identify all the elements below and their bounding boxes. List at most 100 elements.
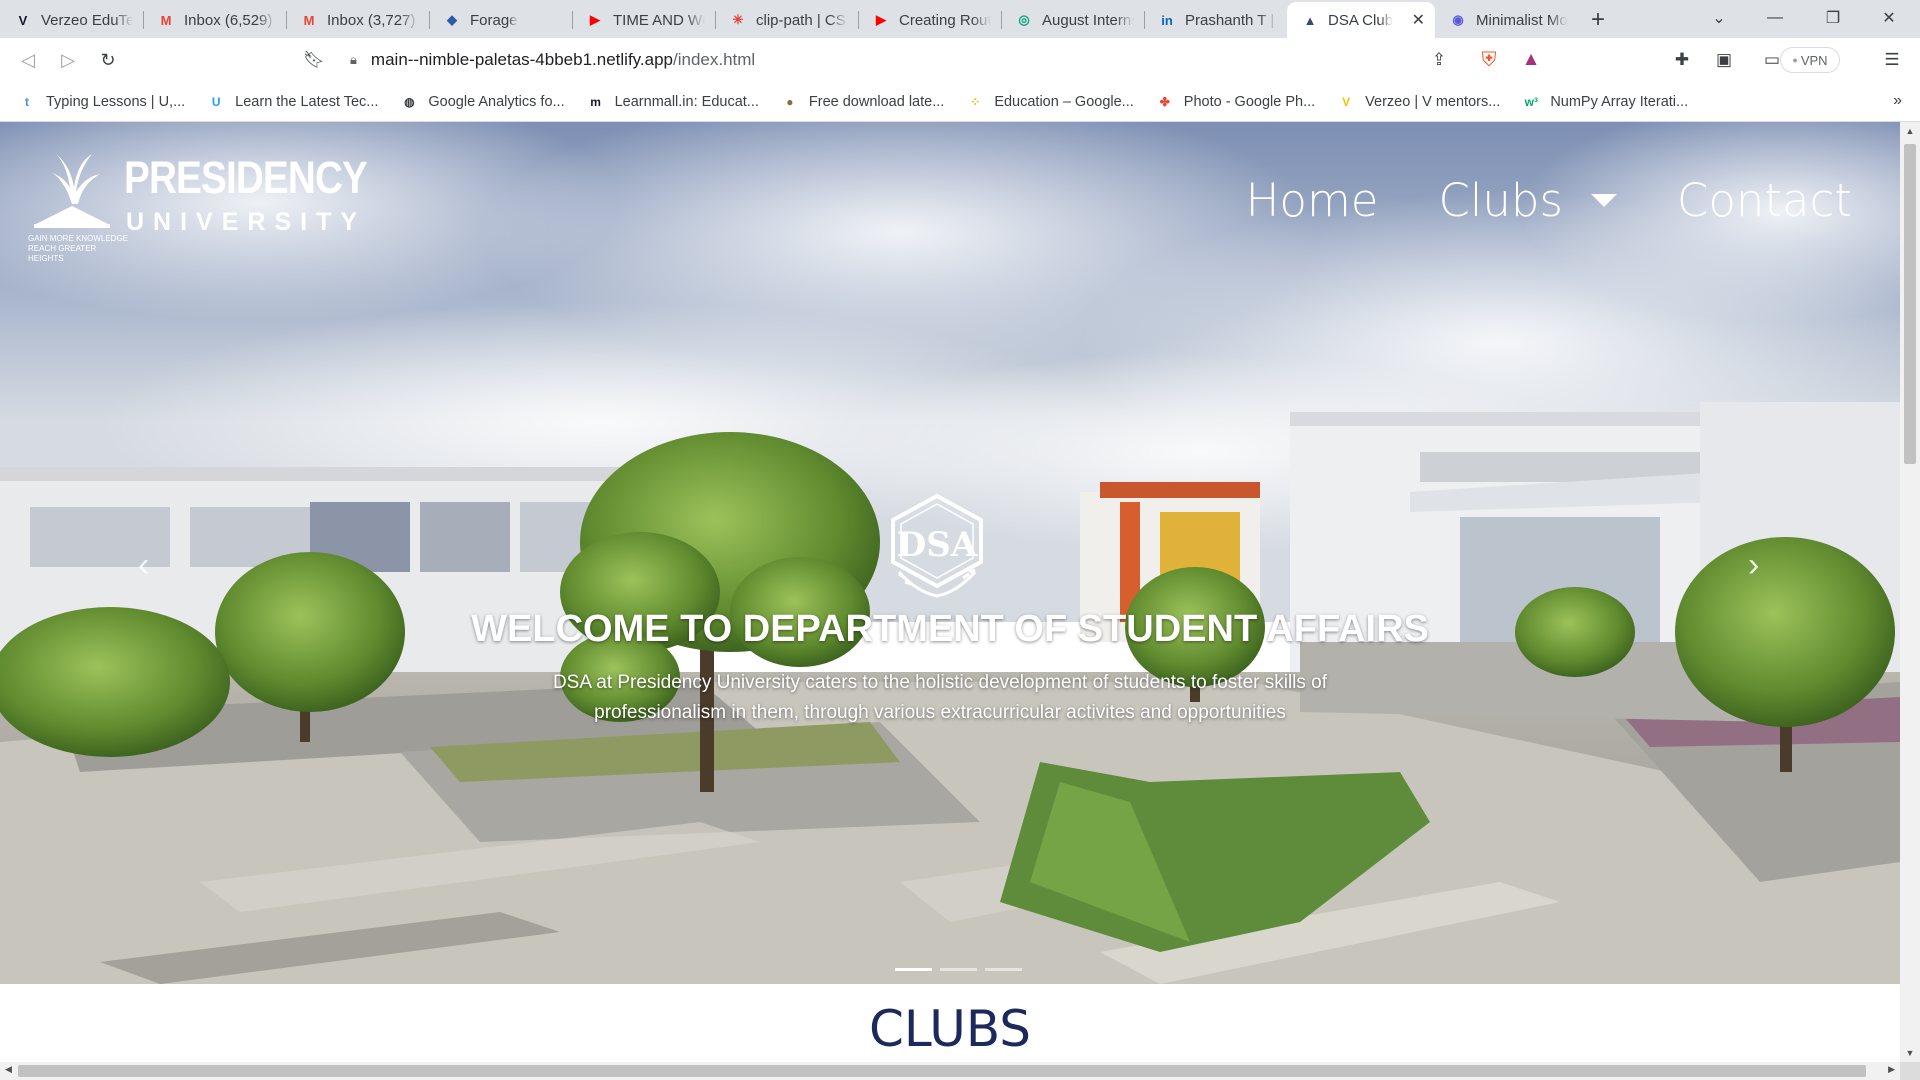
horizontal-scroll-thumb[interactable] — [18, 1065, 1866, 1077]
close-window-button[interactable]: ✕ — [1866, 0, 1912, 36]
minimize-button[interactable]: — — [1752, 0, 1798, 36]
nav-clubs-label: Clubs — [1438, 174, 1563, 227]
scroll-down-icon[interactable]: ▼ — [1900, 1048, 1920, 1058]
vertical-scroll-thumb[interactable] — [1904, 144, 1916, 464]
forage-icon: ◆ — [447, 12, 457, 27]
browser-tab[interactable]: M Inbox (3,727) - — [286, 2, 429, 38]
browser-tab[interactable]: ✳ clip-path | CSS — [715, 2, 858, 38]
bookmark-item[interactable]: U Learn the Latest Tec... — [207, 93, 379, 111]
tab-title: Creating Route — [899, 11, 991, 29]
tab-title: Forage — [470, 11, 518, 29]
google-photos-icon: ✤ — [1159, 94, 1170, 109]
bookmark-item[interactable]: ◍ Google Analytics fo... — [400, 93, 564, 111]
browser-toolbar: ◁ ▷ ↻ 🔖︎ 🔒︎ main--nimble-paletas-4bbeb1.… — [0, 38, 1920, 82]
asterisk-icon: ✳ — [732, 12, 744, 27]
forward-button[interactable]: ▷ — [50, 42, 86, 78]
tab-title: August Interns — [1042, 11, 1134, 29]
browser-tab[interactable]: ▶ Creating Route — [858, 2, 1001, 38]
bookmark-label: NumPy Array Iterati... — [1550, 93, 1689, 110]
tab-search-icon[interactable]: ⌄ — [1696, 0, 1742, 36]
bookmark-label: Google Analytics fo... — [428, 93, 565, 110]
dsa-emblem-text: DSA — [897, 525, 978, 565]
browser-tab[interactable]: ▲ DSA Club ✕ — [1287, 2, 1435, 38]
url-text[interactable]: main--nimble-paletas-4bbeb1.netlify.app/… — [371, 50, 755, 70]
new-tab-button[interactable]: + — [1578, 2, 1618, 38]
bookmark-item[interactable]: ✤ Photo - Google Ph... — [1156, 93, 1315, 111]
browser-tab[interactable]: ◎ August Interns — [1001, 2, 1144, 38]
nav-contact-link[interactable]: Contact — [1677, 174, 1852, 227]
carousel-next-icon[interactable]: › — [1748, 546, 1759, 585]
caret-down-icon — [1590, 194, 1617, 207]
university-logo[interactable]: PRESIDENCY UNIVERSITY GAIN MORE KNOWLEDG… — [26, 144, 368, 263]
youtube-icon: ▶ — [876, 12, 886, 27]
carousel-indicator[interactable] — [940, 968, 977, 971]
lock-icon: 🔒︎ — [350, 52, 357, 67]
carousel-indicator[interactable] — [985, 968, 1022, 971]
scroll-right-icon[interactable]: ▶ — [1888, 1064, 1895, 1075]
browser-tab[interactable]: ▶ TIME AND WO — [572, 2, 715, 38]
bookmark-label: Learn the Latest Tec... — [235, 93, 379, 110]
brave-rewards-icon[interactable]: ▲ — [1517, 46, 1545, 74]
restore-button[interactable]: ❐ — [1810, 0, 1856, 36]
w3schools-icon: w³ — [1524, 94, 1538, 109]
tab-close-icon[interactable]: ✕ — [1406, 10, 1425, 30]
page-viewport: PRESIDENCY UNIVERSITY GAIN MORE KNOWLEDG… — [0, 122, 1900, 1062]
browser-tab[interactable]: in Prashanth T | L — [1144, 2, 1287, 38]
typing-icon: t — [25, 94, 29, 109]
bookmark-label: Verzeo | V mentors... — [1365, 93, 1501, 110]
menu-icon[interactable]: ☰ — [1878, 46, 1906, 74]
vertical-scrollbar[interactable]: ▲ ▼ — [1900, 122, 1920, 1062]
url-path: /index.html — [673, 50, 756, 69]
tab-title: TIME AND WO — [613, 11, 705, 29]
app-icon: ◉ — [1452, 12, 1464, 27]
download-site-icon: ● — [786, 94, 794, 109]
back-button[interactable]: ◁ — [10, 42, 46, 78]
extensions-icon[interactable]: ✚ — [1668, 46, 1696, 74]
bookmark-item[interactable]: t Typing Lessons | U,... — [18, 93, 185, 111]
main-nav: Home Clubs Contact — [1186, 174, 1852, 227]
bookmark-item[interactable]: ⁘ Education – Google... — [966, 93, 1134, 111]
nav-clubs-dropdown[interactable]: Clubs — [1438, 174, 1617, 227]
linkedin-icon: in — [1161, 12, 1173, 28]
carousel-indicator[interactable] — [895, 968, 932, 971]
carousel-indicators — [895, 968, 1022, 971]
share-icon[interactable]: ⇪ — [1425, 46, 1453, 74]
bookmark-label: Education – Google... — [994, 93, 1134, 110]
bookmark-label: Free download late... — [808, 93, 945, 110]
bookmark-icon[interactable]: 🔖︎ — [300, 46, 328, 74]
reload-button[interactable]: ↻ — [90, 42, 126, 78]
nav-home-link[interactable]: Home — [1246, 174, 1379, 227]
browser-tab[interactable]: ◉ Minimalist Mo — [1435, 2, 1578, 38]
url-host: main--nimble-paletas-4bbeb1.netlify.app — [370, 50, 673, 69]
tab-title: Verzeo EduTec — [41, 11, 133, 29]
scroll-left-icon[interactable]: ◀ — [5, 1064, 12, 1075]
bookmarks-overflow-icon[interactable]: » — [1893, 92, 1902, 110]
sidebar-icon[interactable]: ▣ — [1710, 46, 1738, 74]
google-edu-icon: ⁘ — [970, 94, 981, 109]
tab-title: DSA Club — [1328, 11, 1394, 29]
bookmark-item[interactable]: w³ NumPy Array Iterati... — [1522, 93, 1688, 111]
brave-shield-icon[interactable]: ⛨ — [1475, 46, 1503, 74]
horizontal-scrollbar[interactable]: ◀ ▶ — [0, 1062, 1900, 1080]
browser-tab[interactable]: V Verzeo EduTec — [0, 2, 143, 38]
vpn-label: VPN — [1800, 52, 1828, 68]
verzeo-icon: V — [1342, 94, 1351, 109]
vpn-button[interactable]: ● VPN — [1780, 47, 1840, 73]
presidency-icon: ▲ — [1303, 12, 1317, 28]
tab-title: Prashanth T | L — [1185, 11, 1277, 29]
vpn-dot-icon: ● — [1792, 55, 1798, 65]
bookmarks-bar: t Typing Lessons | U,... U Learn the Latest… — [0, 82, 1920, 122]
scroll-up-icon[interactable]: ▲ — [1900, 126, 1920, 136]
browser-tab[interactable]: ◆ Forage — [429, 2, 572, 38]
browser-tab[interactable]: M Inbox (6,529) - — [143, 2, 286, 38]
hero-description: DSA at Presidency University caters to t… — [552, 672, 1328, 723]
brand-name: PRESIDENCY — [124, 152, 368, 203]
bookmark-item[interactable]: m Learnmall.in: Educat... — [587, 93, 759, 111]
youtube-icon: ▶ — [590, 12, 600, 27]
scrollbar-corner — [1900, 1062, 1920, 1080]
bookmark-item[interactable]: ● Free download late... — [781, 93, 944, 111]
bookmark-label: Typing Lessons | U,... — [46, 93, 186, 110]
globe-icon: ◍ — [404, 94, 415, 109]
bookmark-item[interactable]: V Verzeo | V mentors... — [1337, 93, 1500, 111]
carousel-prev-icon[interactable]: ‹ — [138, 546, 149, 585]
